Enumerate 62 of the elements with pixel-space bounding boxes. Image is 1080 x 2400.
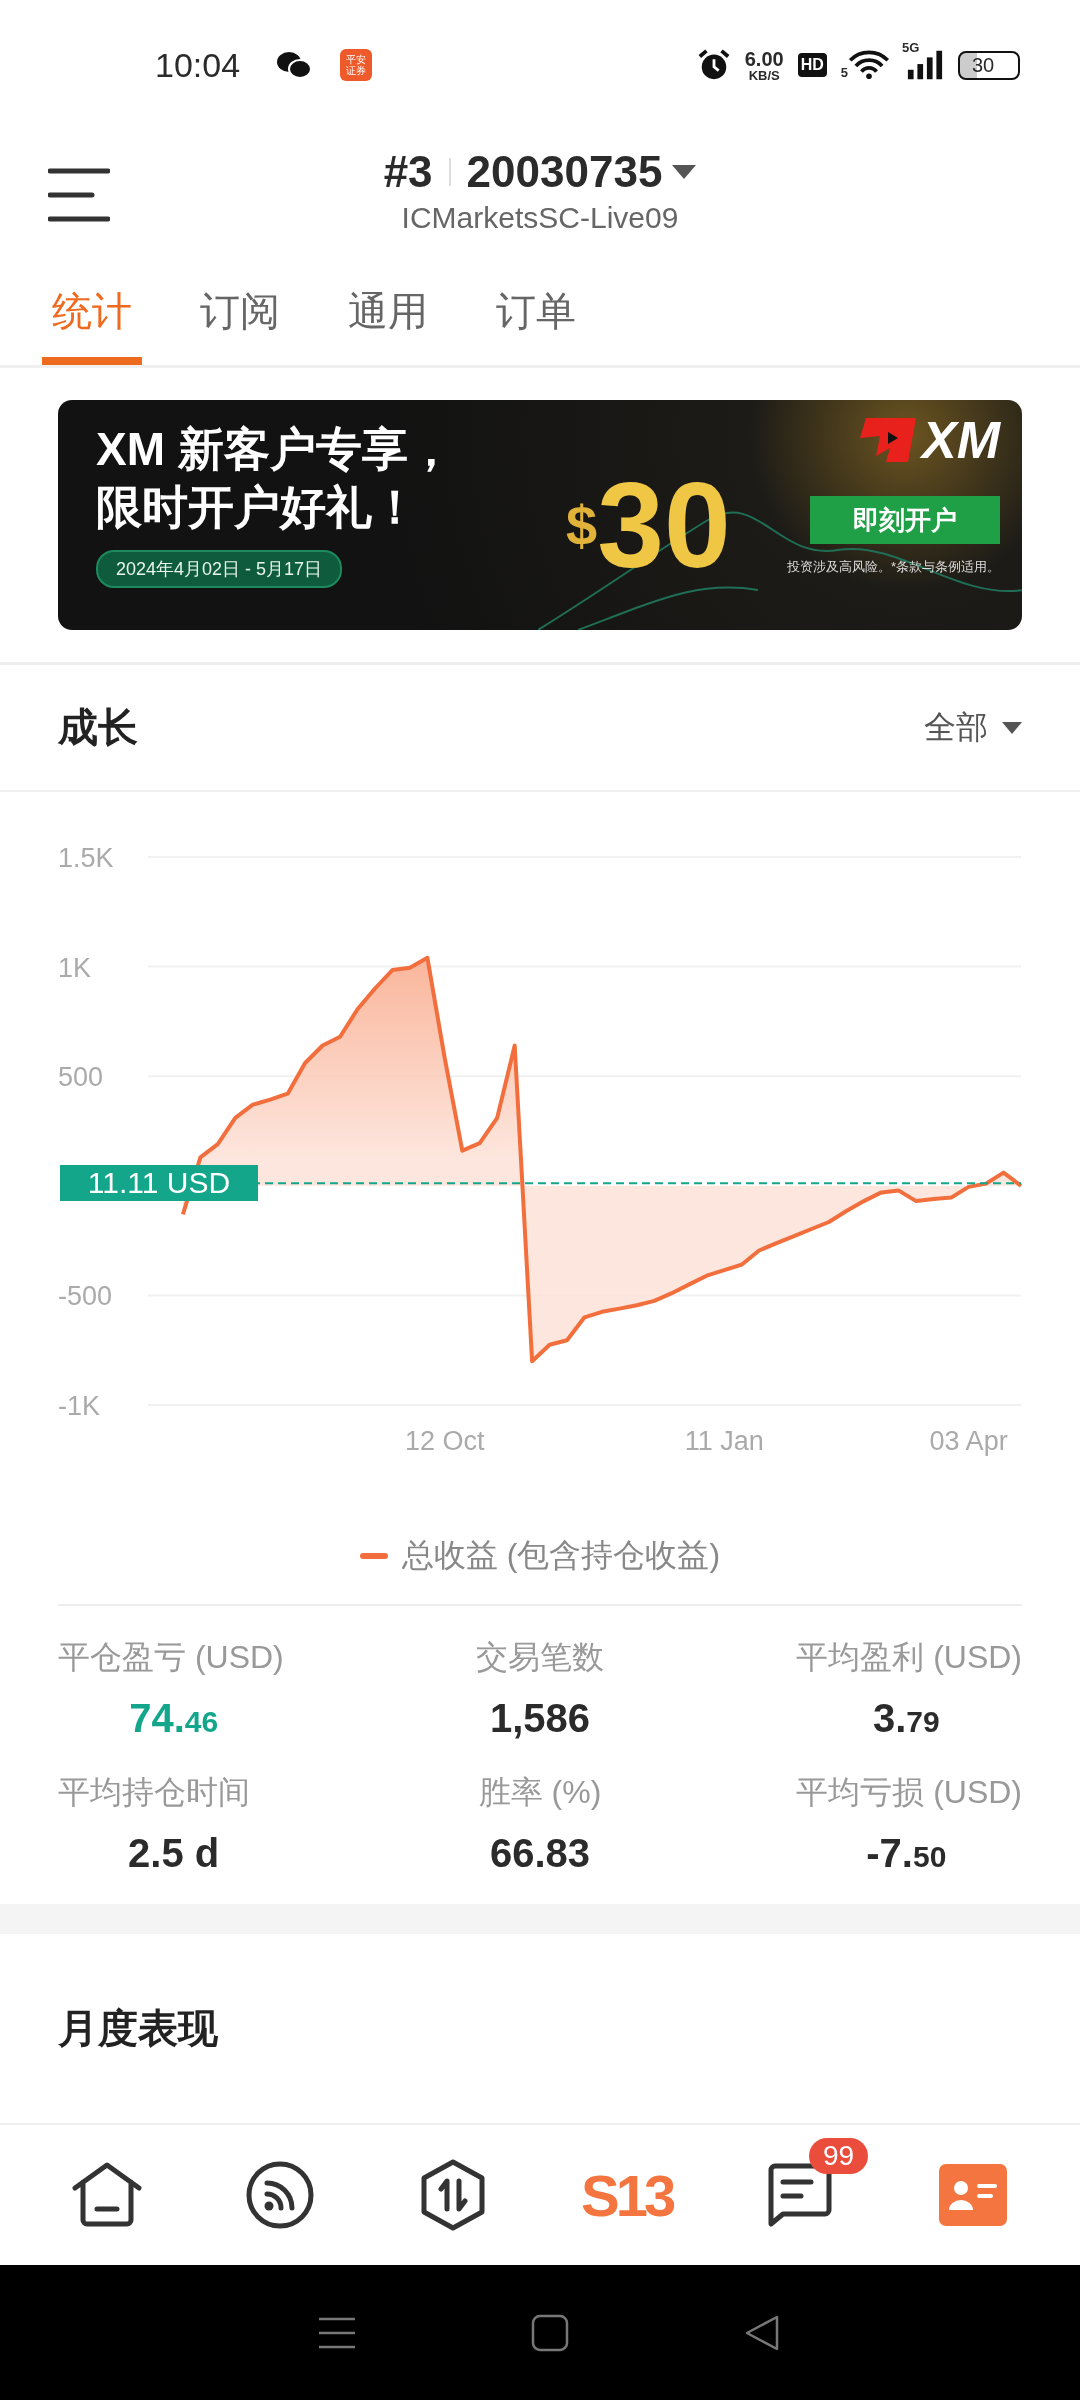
stat-value: 1,586 <box>489 1696 591 1741</box>
legend-label: 总收益 (包含持仓收益) <box>401 1536 721 1575</box>
exchange-icon[interactable] <box>420 2159 487 2231</box>
network-label: 5G <box>902 40 920 55</box>
wifi-label: 5 <box>840 65 848 80</box>
stat-label: 交易笔数 <box>476 1638 604 1677</box>
stat-label: 胜率 (%) <box>478 1773 602 1812</box>
stat-value: 74.46 <box>129 1696 219 1741</box>
section-title: 月度表现 <box>58 2005 218 2052</box>
chat-bubbles-icon <box>276 50 313 80</box>
axis-label: 03 Apr <box>929 1426 1008 1456</box>
stat-label: 平仓盈亏 (USD) <box>58 1638 284 1677</box>
axis-label: 1K <box>58 952 92 983</box>
axis-label: 1.5K <box>58 843 114 873</box>
wifi-icon <box>848 50 890 80</box>
legend-swatch-icon <box>359 1553 388 1559</box>
stat-label: 平均亏损 (USD) <box>796 1773 1022 1812</box>
profile-card-icon[interactable] <box>939 2164 1008 2226</box>
risk-disclaimer: 投资涉及高风险。*条款与条例适用。 <box>786 558 1000 576</box>
stat-label: 平均持仓时间 <box>58 1773 250 1812</box>
rss-icon[interactable] <box>246 2161 314 2229</box>
axis-label: -1K <box>58 1391 101 1421</box>
tab[interactable]: 订阅 <box>190 260 290 365</box>
tab[interactable]: 通用 <box>338 260 438 365</box>
menu-icon[interactable] <box>48 167 110 223</box>
account-number[interactable]: 20030735 <box>466 147 663 197</box>
dropdown-caret-icon[interactable] <box>672 165 697 179</box>
axis-label: 500 <box>58 1062 104 1093</box>
stat-value: 66.83 <box>489 1831 591 1876</box>
home-button-icon[interactable] <box>530 2312 570 2353</box>
battery-indicator: 30 <box>958 50 1020 80</box>
brand-logo: XM <box>922 414 1000 466</box>
speed-value: 6.00 <box>744 48 784 69</box>
bonus-currency: $ <box>566 492 598 558</box>
date-range-pill: 2024年4月02日 - 5月17日 <box>96 550 343 588</box>
speed-unit: KB/S <box>748 68 780 82</box>
notification-badge: 99 <box>808 2138 869 2174</box>
axis-label: -500 <box>58 1281 113 1312</box>
axis-label: 11 Jan <box>684 1426 764 1456</box>
banner-headline: XM 新客户专享， 限时开户好礼！ <box>96 422 455 535</box>
bonus-amount: 30 <box>597 465 731 585</box>
section-title: 成长 <box>58 704 138 751</box>
home-icon[interactable] <box>70 2162 143 2228</box>
account-index: #3 <box>383 147 433 197</box>
open-account-button[interactable]: 即刻开户 <box>810 496 1000 544</box>
stat-value: 3.79 <box>872 1696 940 1741</box>
signal-icon <box>906 50 944 80</box>
caret-icon[interactable] <box>1002 721 1022 734</box>
promo-banner[interactable]: XM 新客户专享， 限时开户好礼！ 2024年4月02日 - 5月17日 $30 XM 即刻开户 投资涉及高风险。*条款与条例适用。 <box>58 400 1022 630</box>
period-dropdown[interactable]: 全部 <box>924 705 1022 750</box>
hd-badge: HD <box>797 53 827 77</box>
alarm-icon <box>696 48 731 82</box>
tab[interactable]: 订单 <box>486 260 586 365</box>
stat-label: 平均盈利 (USD) <box>796 1638 1022 1677</box>
value-tag: 11.11 USD <box>60 1165 258 1202</box>
stat-value: 2.5 d <box>128 1831 220 1876</box>
app-notification-icon: 平安证券 <box>340 49 373 81</box>
axis-label: 12 Oct <box>405 1426 485 1456</box>
stat-value: -7.50 <box>866 1831 947 1876</box>
server-name: ICMarketsSC-Live09 <box>401 201 679 235</box>
status-time: 10:04 <box>155 45 241 85</box>
tab[interactable]: 统计 <box>42 260 142 365</box>
